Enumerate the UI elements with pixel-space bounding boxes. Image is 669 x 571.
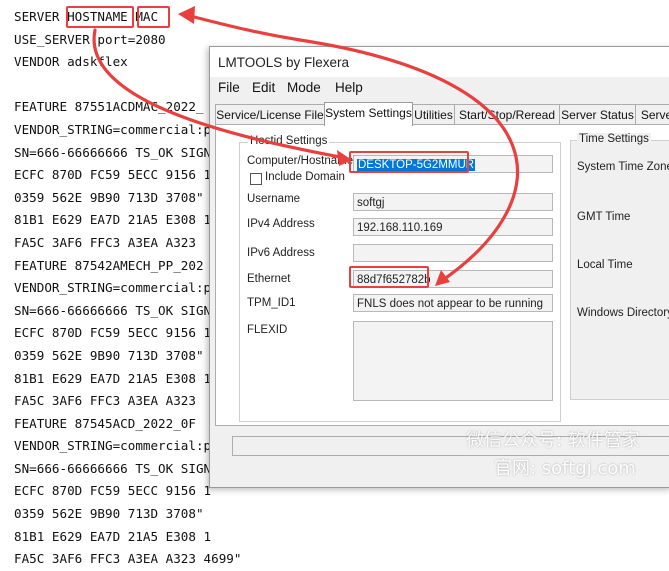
ipv4-address-label: IPv4 Address [247,218,315,230]
license-line: 81B1 E629 EA7D 21A5 E308 1 [14,370,212,386]
flexid-list[interactable] [353,321,553,401]
license-line: 0359 562E 9B90 713D 3708" [14,347,212,363]
menu-file[interactable]: File [218,80,240,95]
local-time-label: Local Time [577,259,633,271]
watermark-wechat: 微信公众号: 软件管家 [466,430,640,451]
tpm-id1-field[interactable]: FNLS does not appear to be running [353,294,553,312]
tab-start-stop-reread[interactable]: Start/Stop/Reread [454,104,560,125]
gmt-time-label: GMT Time [577,211,631,223]
hostid-settings-label: Hostid Settings [248,135,330,147]
ethernet-label: Ethernet [247,273,291,285]
license-line: SN=666-66666666 TS_OK SIGN [14,302,212,318]
window-titlebar[interactable]: LMTOOLS by Flexera [210,47,669,77]
license-line: 81B1 E629 EA7D 21A5 E308 1 [14,212,212,228]
tab-system-settings[interactable]: System Settings [324,102,413,126]
tab-utilities[interactable]: Utilities [412,104,455,125]
license-line: 0359 562E 9B90 713D 3708" [14,189,212,205]
flexid-label: FLEXID [247,324,288,336]
username-field[interactable]: softgj [353,193,553,211]
hostname-highlight [66,6,134,28]
license-line: VENDOR_STRING=commercial:p [14,121,212,137]
license-line: FEATURE 87542AMECH_PP_202 [14,257,204,273]
license-line: 0359 562E 9B90 713D 3708" [14,506,212,522]
ethernet-highlight [349,266,429,288]
license-line: 81B1 E629 EA7D 21A5 E308 1 [14,528,212,544]
time-settings-label: Time Settings [577,133,651,145]
ipv4-address-field[interactable]: 192.168.110.169 [353,218,553,236]
license-line: FA5C 3AF6 FFC3 A3EA A323 [14,234,204,250]
lmtools-window: LMTOOLS by Flexera File Edit Mode Help S… [209,46,669,488]
tab-strip: Service/License File System Settings Uti… [215,102,669,126]
license-line: FEATURE 87551ACDMAC_2022_ [14,99,204,115]
username-label: Username [247,193,301,205]
license-line: FEATURE 87545ACD_2022_0F [14,415,196,431]
watermark-website: 官网: softgj.com [494,458,636,479]
include-domain-label: Include Domain [265,171,345,183]
license-line: VENDOR_STRING=commercial:p [14,438,212,454]
mac-highlight [137,6,170,28]
license-line: VENDOR adskflex [14,54,128,70]
tab-server-diags[interactable]: Server [635,104,669,125]
license-line: FA5C 3AF6 FFC3 A3EA A323 [14,393,204,409]
window-title: LMTOOLS by Flexera [218,55,350,70]
computer-hostname-label: Computer/Hostname [247,155,354,167]
ipv6-address-label: IPv6 Address [247,247,315,259]
windows-directory-label: Windows Directory [577,307,669,319]
system-time-zone-label: System Time Zone [577,161,669,173]
license-line: ECFC 870D FC59 5ECC 9156 1 [14,325,212,341]
license-line: VENDOR_STRING=commercial:p [14,280,212,296]
tpm-id1-label: TPM_ID1 [247,297,296,309]
menu-edit[interactable]: Edit [252,80,275,95]
menu-help[interactable]: Help [335,80,363,95]
license-line: SN=666-66666666 TS_OK SIGN [14,460,212,476]
license-line: ECFC 870D FC59 5ECC 9156 1 [14,167,212,183]
time-settings-group: Time Settings System Time Zone GMT Time … [570,133,669,400]
license-line: SN=666-66666666 TS_OK SIGN [14,144,212,160]
tab-server-status[interactable]: Server Status [559,104,636,125]
computer-hostname-highlight [349,151,469,173]
menu-mode[interactable]: Mode [287,80,321,95]
license-line: ECFC 870D FC59 5ECC 9156 1 [14,483,212,499]
menu-bar: File Edit Mode Help [210,77,669,99]
include-domain-checkbox[interactable] [250,173,262,185]
license-file-text: SERVER HOSTNAME MAC USE_SERVER port=2080… [14,6,241,571]
license-line: FA5C 3AF6 FFC3 A3EA A323 4699" [14,551,242,567]
tab-service-license-file[interactable]: Service/License File [215,104,325,125]
ipv6-address-field[interactable] [353,244,553,262]
license-line: USE_SERVER port=2080 [14,31,166,47]
